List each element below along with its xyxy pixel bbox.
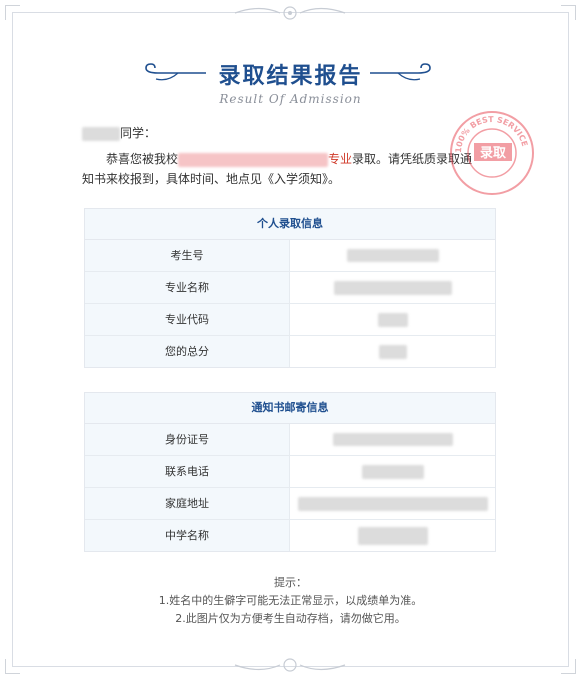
redacted-value [297,496,488,511]
row-label: 专业代码 [85,304,290,335]
redacted-value [377,312,408,327]
personal-info-panel: 个人录取信息 考生号 专业名称 专业代码 您的总分 [84,208,496,368]
admission-message: 恭喜您被我校 专业录取。请凭纸质录取通 知书来校报到，具体时间、地点见《入学须知》… [82,149,502,189]
message-prefix: 恭喜您被我校 [106,152,179,166]
table-row: 专业代码 [85,304,495,336]
title-swirl-icon [370,63,431,81]
corner-ornament [5,659,20,674]
salutation-suffix: 同学： [120,126,157,140]
row-value [290,304,495,335]
table-row: 专业名称 [85,272,495,304]
tip-item: 1.姓名中的生僻字可能无法正常显示，以成绩单为准。 [158,594,423,607]
redacted-value [361,464,424,479]
redacted-school [178,152,329,167]
report-subtitle: Result Of Admission [219,92,362,106]
row-value [290,520,495,551]
tips-section: 提示： 1.姓名中的生僻字可能无法正常显示，以成绩单为准。 2.此图片仅为方便考… [0,574,581,628]
row-value [290,240,495,271]
personal-info-heading: 个人录取信息 [85,209,495,240]
table-row: 身份证号 [85,424,495,456]
row-value [290,336,495,367]
row-value [290,424,495,455]
mailing-info-heading: 通知书邮寄信息 [85,393,495,424]
report-header: 录取结果报告 Result Of Admission [0,58,581,106]
tip-item: 2.此图片仅为方便考生自动存档，请勿做它用。 [175,612,406,625]
redacted-name [82,126,120,141]
admission-stamp-icon: 100% BEST SERVICE 录取 [450,111,534,195]
report-title: 录取结果报告 [218,64,363,89]
redacted-value [378,344,407,359]
salutation: 同学： [82,124,156,141]
row-label: 专业名称 [85,272,290,303]
row-label: 身份证号 [85,424,290,455]
table-row: 您的总分 [85,336,495,367]
stamp-center-text: 录取 [480,146,507,161]
mailing-info-panel: 通知书邮寄信息 身份证号 联系电话 家庭地址 中学名称 [84,392,496,552]
table-row: 联系电话 [85,456,495,488]
message-line2: 知书来校报到，具体时间、地点见《入学须知》。 [82,172,341,186]
table-row: 中学名称 [85,520,495,551]
row-value [290,456,495,487]
table-row: 考生号 [85,240,495,272]
tips-title: 提示： [274,576,307,589]
row-label: 联系电话 [85,456,290,487]
corner-ornament [561,659,576,674]
major-word: 专业 [328,152,353,166]
redacted-value [333,280,452,295]
corner-ornament [561,5,576,20]
redacted-value [346,249,439,262]
row-label: 家庭地址 [85,488,290,519]
corner-ornament [5,5,20,20]
top-ornament-icon [234,6,346,20]
row-value [290,272,495,303]
table-row: 家庭地址 [85,488,495,520]
row-label: 您的总分 [85,336,290,367]
redacted-value [332,433,453,446]
row-label: 中学名称 [85,520,290,551]
bottom-ornament-icon [234,658,346,672]
redacted-value [357,526,428,545]
row-value [290,488,495,519]
row-label: 考生号 [85,240,290,271]
